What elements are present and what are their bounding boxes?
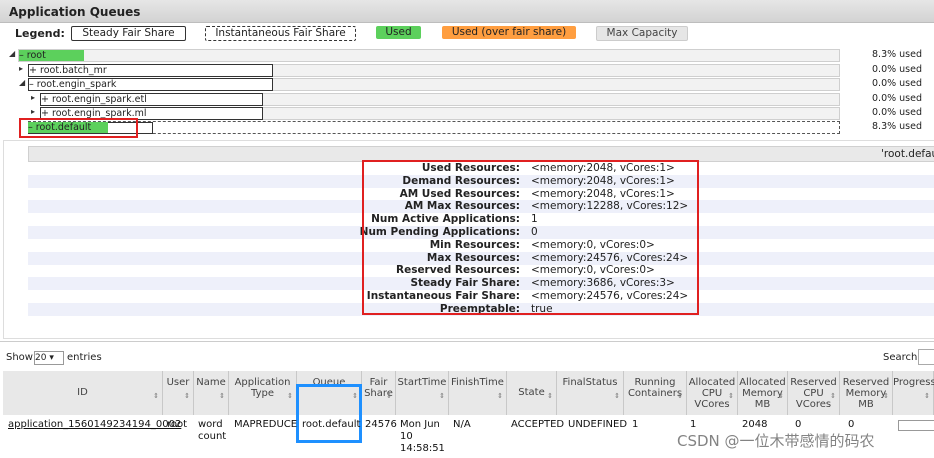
page-length-select[interactable]: 20 ▾	[34, 351, 64, 365]
queue-etl-pct: 0.0% used	[872, 93, 923, 104]
cell-start: Mon Jun 10 14:58:51	[400, 419, 445, 454]
expand-arrow-icon[interactable]: ▸	[31, 107, 35, 116]
collapse-arrow-icon[interactable]: ◢	[9, 49, 15, 58]
sort-icon[interactable]: ⇕	[883, 392, 889, 400]
queue-root-engin-spark[interactable]: – root.engin_spark	[28, 78, 273, 91]
cell-user: root	[167, 419, 188, 430]
search-label: Search:	[883, 352, 921, 363]
cell-finish: N/A	[453, 419, 471, 430]
sort-icon[interactable]: ⇕	[728, 392, 734, 400]
col-running-containers-header[interactable]: Running Containers ⇕	[624, 371, 687, 415]
col-app-type-header[interactable]: Application Type ⇕	[229, 371, 297, 415]
col-final-status-header[interactable]: FinalStatus ⇕	[557, 371, 624, 415]
col-fair-share-header[interactable]: Fair Share ⇕	[362, 371, 396, 415]
sort-icon[interactable]: ⇕	[614, 392, 620, 400]
column-header-label: ID	[77, 387, 88, 398]
watermark-text: CSDN @一位木带感情的码农	[677, 432, 875, 450]
col-alloc-mem-header[interactable]: Allocated Memory MB ⇕	[738, 371, 788, 415]
queue-bar-root[interactable]	[18, 49, 840, 62]
col-res-mem-header[interactable]: Reserved Memory MB ⇕	[840, 371, 893, 415]
sort-icon[interactable]: ⇕	[778, 392, 784, 400]
col-res-cpu-header[interactable]: Reserved CPU VCores ⇕	[788, 371, 840, 415]
sort-icon[interactable]: ⇕	[184, 392, 190, 400]
sort-icon[interactable]: ⇕	[677, 392, 683, 400]
search-input[interactable]	[918, 349, 934, 365]
col-alloc-cpu-header[interactable]: Allocated CPU VCores ⇕	[687, 371, 738, 415]
legend-max-capacity: Max Capacity	[596, 26, 688, 41]
cell-final-status: UNDEFINED	[568, 419, 628, 430]
queue-ml-pct: 0.0% used	[872, 107, 923, 118]
col-state-header[interactable]: State ⇕	[507, 371, 557, 415]
progress-bar	[898, 420, 934, 431]
expand-arrow-icon[interactable]: ▸	[31, 93, 35, 102]
column-header-label: StartTime	[397, 377, 447, 388]
panel-title: Application Queues	[9, 5, 141, 19]
queue-engin-spark-pct: 0.0% used	[872, 78, 923, 89]
queue-root-batch-mr[interactable]: + root.batch_mr	[28, 64, 273, 77]
column-header-label: User	[166, 377, 190, 388]
legend-used: Used	[376, 26, 421, 39]
expand-arrow-icon[interactable]: ▸	[19, 64, 23, 73]
cell-queue: root.default	[302, 419, 361, 430]
legend-instantaneous-fair-share: Instantaneous Fair Share	[205, 26, 356, 41]
legend-steady-fair-share: Steady Fair Share	[71, 26, 186, 41]
highlight-box	[362, 160, 699, 315]
column-header-label: FinishTime	[451, 377, 504, 388]
entries-label: entries	[67, 352, 102, 363]
legend-used-over-fair-share: Used (over fair share)	[442, 26, 576, 39]
highlight-box	[19, 118, 138, 138]
sort-icon[interactable]: ⇕	[153, 392, 159, 400]
col-start-time-header[interactable]: StartTime ⇕	[396, 371, 449, 415]
sort-icon[interactable]: ⇕	[287, 392, 293, 400]
queue-root-used[interactable]: – root	[19, 50, 84, 61]
cell-name: word count	[198, 419, 227, 442]
cell-type: MAPREDUCE	[234, 419, 298, 430]
legend-label: Legend:	[15, 27, 65, 40]
show-label: Show	[6, 352, 33, 363]
divider	[0, 341, 934, 342]
sort-icon[interactable]: ⇕	[386, 392, 392, 400]
cell-state: ACCEPTED	[511, 419, 565, 430]
sort-icon[interactable]: ⇕	[547, 392, 553, 400]
col-user-header[interactable]: User ⇕	[163, 371, 194, 415]
column-header-label: Progress	[893, 377, 934, 388]
highlight-box	[296, 384, 362, 443]
queue-root-engin-spark-etl[interactable]: + root.engin_spark.etl	[40, 93, 263, 106]
col-progress-header[interactable]: Progress ⇕	[893, 371, 934, 415]
cell-fair-share: 24576	[365, 419, 397, 430]
column-header-label: Name	[196, 377, 226, 388]
col-name-header[interactable]: Name ⇕	[194, 371, 229, 415]
col-finish-time-header[interactable]: FinishTime ⇕	[449, 371, 507, 415]
collapse-arrow-icon[interactable]: ◢	[19, 78, 25, 87]
queue-root-pct: 8.3% used	[872, 49, 923, 60]
column-header-label: Application Type	[234, 377, 291, 399]
sort-icon[interactable]: ⇕	[219, 392, 225, 400]
sort-icon[interactable]: ⇕	[439, 392, 445, 400]
sort-icon[interactable]: ⇕	[924, 392, 930, 400]
panel-header: Application Queues	[0, 0, 934, 23]
col-id-header[interactable]: ID ⇕	[3, 371, 163, 415]
queue-default-pct: 8.3% used	[872, 121, 923, 132]
cell-id[interactable]: application_1560149234194_0002	[8, 419, 181, 431]
sort-icon[interactable]: ⇕	[830, 392, 836, 400]
sort-icon[interactable]: ⇕	[497, 392, 503, 400]
queue-batch-mr-pct: 0.0% used	[872, 64, 923, 75]
column-header-label: FinalStatus	[562, 377, 618, 388]
